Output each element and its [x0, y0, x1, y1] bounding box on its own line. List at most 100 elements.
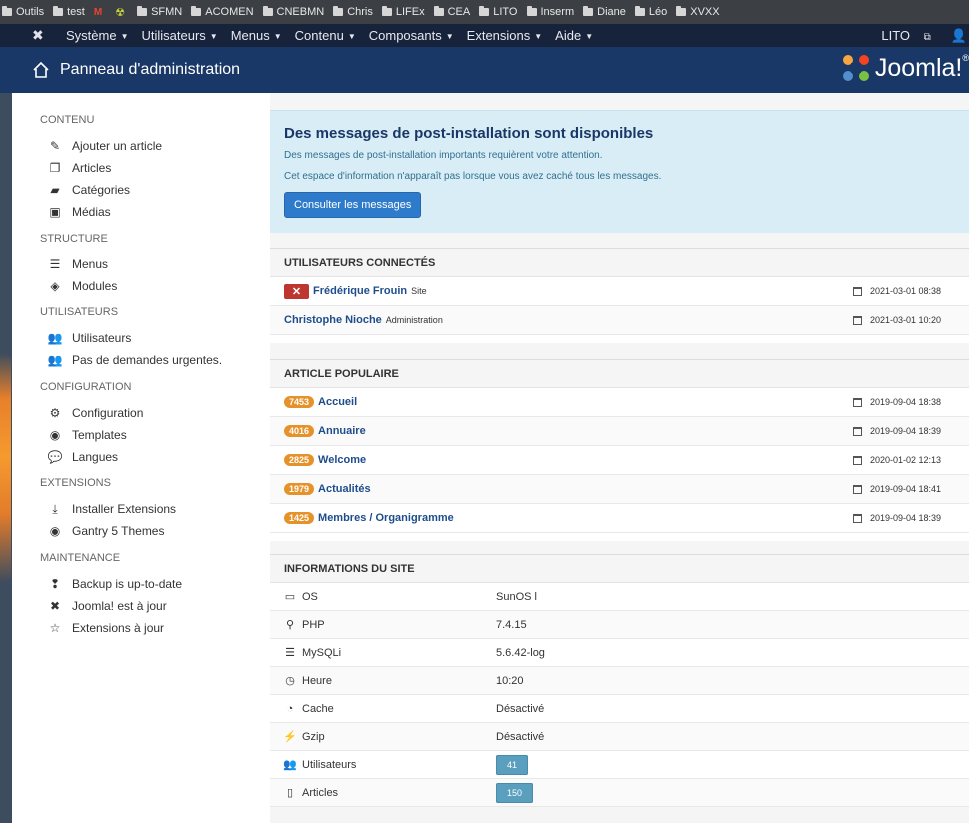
sidebar-item-user-requests[interactable]: 👥 Pas de demandes urgentes. [48, 349, 270, 371]
calendar-icon [852, 426, 862, 436]
sidebar-item-extensions-update[interactable]: ☆ Extensions à jour [48, 617, 270, 639]
popular-articles-list: 7453 Accueil 2019-09-04 18:38 4016 Annua… [270, 388, 969, 541]
joomla-icon[interactable]: ✖ [32, 27, 50, 44]
article-link[interactable]: Membres / Organigramme [318, 512, 454, 524]
info-value: SunOS l [496, 590, 537, 603]
menu-extensions[interactable]: Extensions ▼ [467, 28, 543, 43]
sidebar-item-articles[interactable]: ❐ Articles [48, 157, 270, 179]
menu-composants[interactable]: Composants ▼ [369, 28, 454, 43]
hits-badge: 4016 [284, 425, 315, 437]
sidebar-section-title: MAINTENANCE [40, 552, 121, 564]
bookmark-label: test [67, 6, 85, 18]
user-name-link[interactable]: Christophe Nioche [284, 314, 382, 326]
article-link[interactable]: Welcome [318, 454, 366, 466]
menu-aide[interactable]: Aide ▼ [555, 28, 593, 43]
clock-icon: ◷ [285, 675, 295, 687]
article-date: 2019-09-04 18:39 [852, 426, 941, 436]
logout-user-button[interactable]: ✕ [284, 283, 309, 299]
users-icon: 👥 [47, 353, 63, 367]
sidebar-item-label: Backup is up-to-date [72, 577, 183, 591]
bookmark-lifex[interactable]: LIFEx [381, 6, 425, 18]
sidebar-item-gantry[interactable]: ◉ Gantry 5 Themes [48, 520, 270, 542]
panel-title: INFORMATIONS DU SITE [270, 555, 969, 583]
user-name-link[interactable]: Frédérique Frouin [313, 285, 407, 297]
info-label: ☰ MySQLi [284, 646, 341, 660]
sidebar-item-label: Langues [72, 450, 119, 464]
table-row: ◔ Cache Désactivé [270, 695, 969, 723]
folder-icon [526, 6, 537, 16]
menu-label: Système [66, 28, 117, 43]
info-label-text: Utilisateurs [302, 758, 357, 771]
monitor-icon: ▭ [284, 591, 296, 603]
image-icon: ▣ [49, 205, 61, 219]
radiation-icon: ☢ [115, 6, 126, 19]
sidebar-item-users[interactable]: 👥 Utilisateurs [48, 327, 270, 349]
sidebar-item-medias[interactable]: ▣ Médias [48, 201, 270, 223]
articles-count-badge[interactable]: 150 [496, 782, 534, 803]
bookmark-label: LIFEx [395, 6, 425, 18]
comments-icon: 💬 [47, 450, 63, 464]
article-link[interactable]: Annuaire [318, 425, 366, 437]
date-text: 2020-01-02 12:13 [869, 455, 941, 465]
bookmarks-bar: Outils test M ☢ SFMN ACOMEN CNEBMN Chris… [0, 0, 969, 24]
user-date: 2021-03-01 08:38 [852, 286, 941, 296]
sidebar-item-templates[interactable]: ◉ Templates [48, 424, 270, 446]
list-icon: ☰ [49, 257, 61, 271]
calendar-icon [852, 286, 862, 296]
sidebar: CONTENU ✎ Ajouter un article ❐ Articles ▰ C… [12, 93, 270, 823]
table-row: 7453 Accueil 2019-09-04 18:38 [270, 388, 969, 417]
sidebar-item-joomla-update[interactable]: ✖ Joomla! est à jour [48, 595, 270, 617]
bookmark-inserm[interactable]: Inserm [526, 6, 574, 18]
bookmark-lito[interactable]: LITO [479, 6, 518, 18]
bookmark-diane[interactable]: Diane [583, 6, 626, 18]
sidebar-item-configuration[interactable]: ⚙ Configuration [48, 402, 270, 424]
bookmark-gmail[interactable]: M [94, 7, 106, 18]
bookmark-cea[interactable]: CEA [433, 6, 470, 18]
article-link[interactable]: Actualités [318, 483, 371, 495]
sidebar-item-install-extensions[interactable]: ⤓ Installer Extensions [48, 498, 270, 520]
hits-badge: 2825 [284, 454, 315, 466]
info-value: 7.4.15 [496, 618, 527, 631]
logged-users-panel: UTILISATEURS CONNECTÉS ✕ Frédérique Frou… [270, 248, 969, 343]
sidebar-item-menus[interactable]: ☰ Menus [48, 253, 270, 275]
menu-label: Extensions [466, 28, 531, 43]
users-count-badge[interactable]: 41 [496, 754, 529, 775]
site-info-list: ▭ OS SunOS l ⚲ PHP 7.4.15 ☰ MySQLi 5.6.42-log … [270, 583, 969, 807]
user-menu-icon[interactable]: 👤 [951, 28, 967, 44]
sidebar-item-backup[interactable]: ❢ Backup is up-to-date [48, 573, 270, 595]
article-date: 2020-01-02 12:13 [852, 455, 941, 465]
bookmark-leo[interactable]: Léo [634, 6, 667, 18]
popular-articles-panel: ARTICLE POPULAIRE 7453 Accueil 2019-09-0… [270, 359, 969, 541]
bookmark-acomen[interactable]: ACOMEN [191, 6, 254, 18]
table-row: ✕ Frédérique Frouin Site 2021-03-01 08:3… [270, 277, 969, 306]
site-link[interactable]: LITO ⧉ [881, 28, 940, 43]
sidebar-item-langues[interactable]: 💬 Langues [48, 446, 270, 468]
article-link[interactable]: Accueil [318, 396, 357, 408]
table-row: ⚡ Gzip Désactivé [270, 723, 969, 751]
menu-systeme[interactable]: Système ▼ [66, 28, 129, 43]
bookmark-xvxx[interactable]: XVXX [676, 6, 720, 18]
sidebar-item-label: Ajouter un article [72, 139, 163, 153]
bookmark-radiation[interactable]: ☢ [115, 6, 128, 19]
menu-label: Menus [230, 28, 270, 43]
calendar-icon [852, 455, 862, 465]
bookmark-cnebmn[interactable]: CNEBMN [262, 6, 324, 18]
home-icon [33, 61, 49, 78]
sidebar-item-categories[interactable]: ▰ Catégories [48, 179, 270, 201]
menu-menus[interactable]: Menus ▼ [231, 28, 282, 43]
bookmark-sfmn[interactable]: SFMN [137, 6, 182, 18]
caret-down-icon: ▼ [273, 32, 282, 41]
sidebar-item-add-article[interactable]: ✎ Ajouter un article [48, 135, 270, 157]
bookmark-outils[interactable]: Outils [2, 6, 44, 18]
site-info-panel: INFORMATIONS DU SITE ▭ OS SunOS l ⚲ PHP 7.4.… [270, 554, 969, 807]
info-label: ⚡ Gzip [283, 730, 324, 744]
menu-label: Contenu [294, 28, 344, 43]
menu-utilisateurs[interactable]: Utilisateurs ▼ [142, 28, 218, 43]
bookmark-test[interactable]: test [53, 6, 85, 18]
menu-contenu[interactable]: Contenu ▼ [295, 28, 356, 43]
sidebar-item-modules[interactable]: ◈ Modules [48, 275, 270, 297]
view-messages-button[interactable]: Consulter les messages [284, 192, 422, 218]
bookmark-chris[interactable]: Chris [333, 6, 373, 18]
bookmark-label: Chris [347, 6, 373, 18]
table-row: ☰ MySQLi 5.6.42-log [270, 639, 969, 667]
